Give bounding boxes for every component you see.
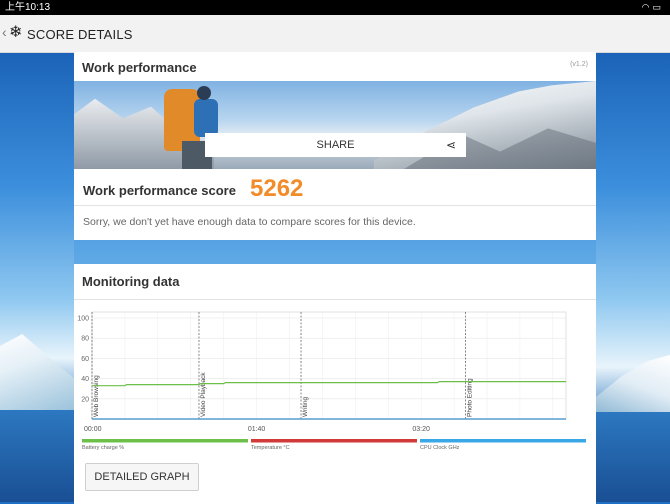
work-performance-card: Work performance (v1.2) SHARE ⋖ Work per… — [74, 52, 596, 240]
score-label: Work performance score — [83, 183, 236, 198]
status-bar: 上午10:13 ◠▭ — [0, 0, 670, 15]
hiker-head — [197, 86, 211, 100]
y-tick-label: 80 — [81, 336, 89, 343]
share-button[interactable]: SHARE ⋖ — [205, 133, 466, 157]
legend-swatch — [82, 439, 248, 443]
event-marker-label: Web Browsing — [93, 375, 100, 417]
share-icon: ⋖ — [445, 138, 456, 152]
comparison-note: Sorry, we don't yet have enough data to … — [83, 216, 416, 228]
card-title: Work performance — [82, 60, 197, 75]
legend-label: Battery charge % — [82, 445, 124, 451]
legend-swatch — [420, 439, 586, 443]
y-tick-label: 60 — [81, 356, 89, 363]
monitoring-chart: 100 80 60 40 20 00:00 01:40 03:20 Web Browsing Vi… — [77, 311, 586, 451]
event-marker-label: Writing — [302, 397, 309, 417]
monitoring-data-card: Monitoring data 100 80 60 40 20 00:00 01:40 03:… — [74, 264, 596, 504]
app-bar: ‹ ❄ SCORE DETAILS — [0, 15, 670, 53]
event-marker-label: Video Playback — [200, 372, 207, 417]
x-tick-label: 00:00 — [84, 426, 102, 433]
battery-icon: ▭ — [652, 2, 664, 12]
legend-label: Temperature °C — [251, 445, 290, 451]
y-tick-label: 20 — [81, 396, 89, 403]
hiker-body — [194, 99, 218, 137]
water-right — [596, 412, 670, 502]
detailed-graph-button[interactable]: DETAILED GRAPH — [85, 463, 199, 491]
x-tick-label: 03:20 — [412, 426, 430, 433]
status-time: 上午10:13 — [5, 2, 51, 13]
score-value: 5262 — [250, 175, 304, 202]
snowflake-logo-icon[interactable]: ❄ — [9, 24, 22, 42]
legend-swatch — [251, 439, 417, 443]
legend-label: CPU Clock GHz — [420, 445, 460, 451]
y-tick-label: 100 — [77, 316, 89, 323]
x-tick-label: 01:40 — [248, 426, 266, 433]
status-icons: ◠▭ — [642, 0, 664, 15]
water-left — [0, 410, 74, 502]
event-marker-label: Photo Editing — [467, 378, 474, 417]
version-label: (v1.2) — [570, 61, 588, 68]
divider — [74, 205, 596, 206]
chevron-left-icon[interactable]: ‹ — [2, 24, 7, 40]
page-title: SCORE DETAILS — [27, 27, 133, 42]
y-tick-label: 40 — [81, 376, 89, 383]
wifi-icon: ◠ — [641, 2, 653, 12]
plot-area — [91, 311, 567, 420]
share-label: SHARE — [316, 139, 355, 151]
